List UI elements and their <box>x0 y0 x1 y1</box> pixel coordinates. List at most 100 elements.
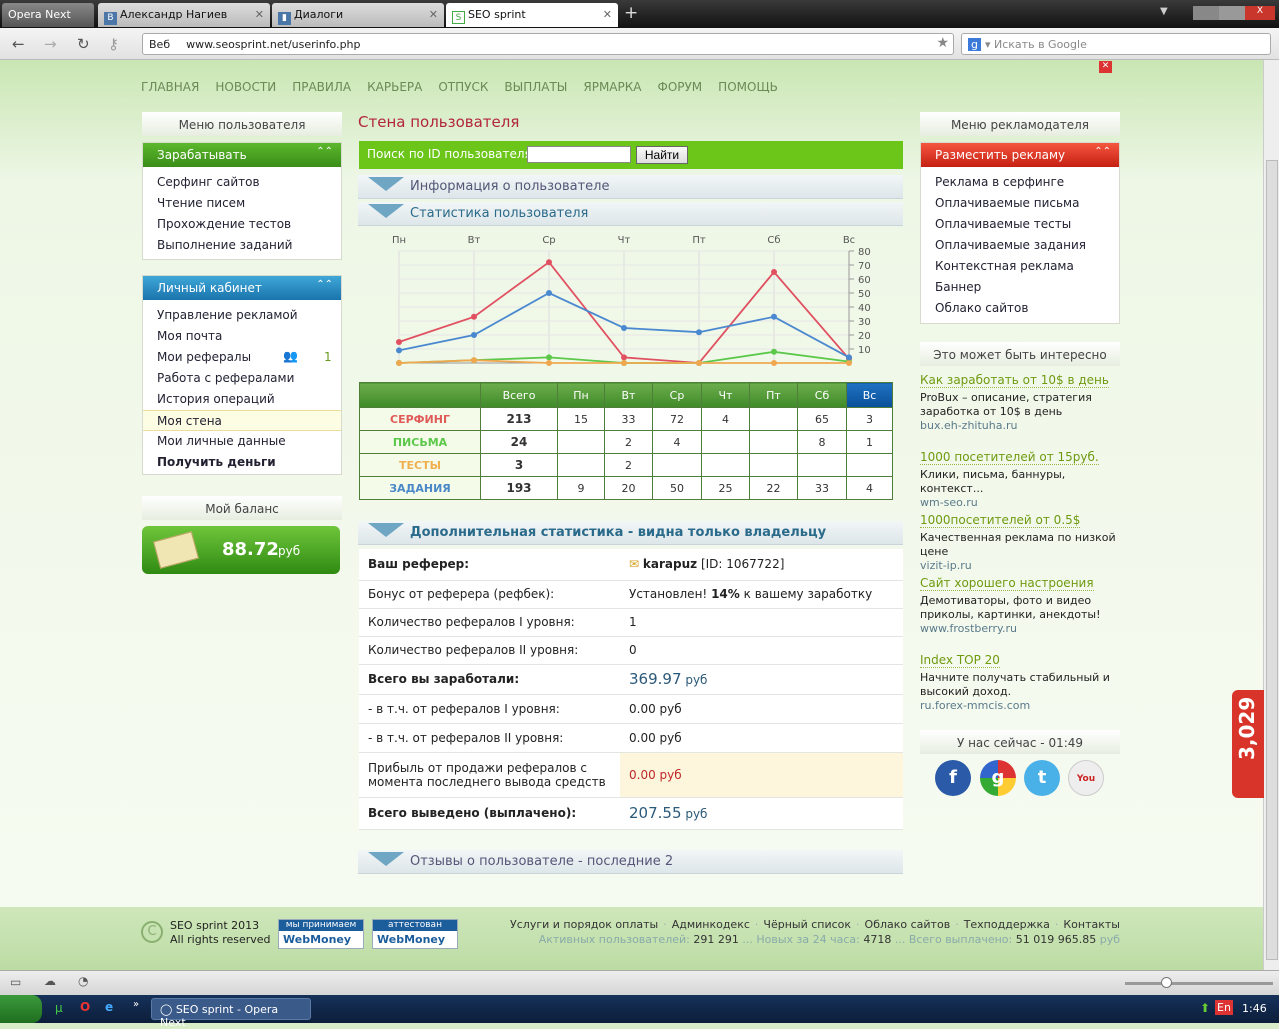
section-reviews[interactable]: Отзывы о пользователе - последние 2 <box>358 850 903 874</box>
menu-item[interactable]: Моя стена <box>143 410 341 431</box>
footer-link[interactable]: Контакты <box>1063 918 1120 931</box>
side-counter-widget[interactable]: 3,029 <box>1232 690 1264 798</box>
footer-link[interactable]: Чёрный список <box>763 918 851 931</box>
star-icon[interactable]: ★ <box>936 35 949 51</box>
section-user-stats[interactable]: Статистика пользователя <box>358 202 903 226</box>
ad-item[interactable]: Как заработать от 10$ в день ProBux – опи… <box>920 373 1120 433</box>
menu-item[interactable]: Баннер <box>921 277 1119 298</box>
ad-item[interactable]: 1000 посетителей от 15руб. Клики, письма,… <box>920 450 1120 510</box>
utorrent-icon[interactable]: µ <box>55 1001 63 1015</box>
ad-title-link[interactable]: 1000посетителей от 0.5$ <box>920 513 1081 528</box>
footer-link[interactable]: Облако сайтов <box>865 918 951 931</box>
language-indicator[interactable]: En <box>1215 1000 1233 1015</box>
menu-item[interactable]: Контекстная реклама <box>921 256 1119 277</box>
section-user-info[interactable]: Информация о пользователе <box>358 175 903 199</box>
menu-item[interactable]: Мои личные данные <box>143 431 341 452</box>
back-icon[interactable]: ← <box>12 35 25 53</box>
opera-menu-button[interactable]: Opera Next <box>2 3 94 27</box>
find-button[interactable]: Найти <box>636 146 688 164</box>
close-icon[interactable]: ✕ <box>255 8 264 21</box>
ad-title-link[interactable]: Как заработать от 10$ в день <box>920 373 1109 388</box>
footer-link[interactable]: Услуги и порядок оплаты <box>510 918 658 931</box>
menu-item[interactable]: Облако сайтов <box>921 298 1119 319</box>
google-icon[interactable]: g <box>980 760 1016 796</box>
more-icon[interactable]: » <box>133 999 139 1010</box>
reload-icon[interactable]: ↻ <box>77 35 90 53</box>
search-input[interactable]: g ▾ Искать в Google <box>961 33 1271 55</box>
menu-item[interactable]: Оплачиваемые тесты <box>921 214 1119 235</box>
start-button[interactable] <box>0 995 42 1023</box>
nav-link[interactable]: ГЛАВНАЯ <box>141 80 199 94</box>
ad-item[interactable]: 1000посетителей от 0.5$ Качественная рекл… <box>920 513 1120 573</box>
url-field[interactable]: Веб www.seosprint.net/userinfo.php ★ <box>142 33 954 55</box>
youtube-icon[interactable]: You <box>1068 760 1104 796</box>
balance-panel[interactable]: 88.72 руб <box>142 526 340 574</box>
menu-item[interactable]: Оплачиваемые задания <box>921 235 1119 256</box>
footer-link[interactable]: Техподдержка <box>964 918 1050 931</box>
tab-vk[interactable]: В Александр Нагиев ✕ <box>98 3 270 27</box>
tray-arrow-icon[interactable]: ⬆ <box>1200 1001 1210 1015</box>
menu-item[interactable]: Выполнение заданий <box>143 235 341 256</box>
menu-item[interactable]: Моя почта <box>143 326 341 347</box>
zoom-slider-handle[interactable] <box>1161 977 1172 988</box>
nav-link[interactable]: ЯРМАРКА <box>583 80 641 94</box>
cabinet-menu-header[interactable]: Личный кабинет ⌃⌃ <box>143 276 341 300</box>
webmoney-attested-badge[interactable]: аттестован WebMoney <box>372 919 458 949</box>
menu-item[interactable]: История операций <box>143 389 341 410</box>
ad-url[interactable]: ru.forex-mmcis.com <box>920 699 1120 713</box>
tab-seosprint[interactable]: S SEO sprint ✕ <box>446 3 618 27</box>
close-icon[interactable]: ✕ <box>603 8 612 21</box>
key-icon[interactable]: ⚷ <box>108 35 119 53</box>
ad-title-link[interactable]: Сайт хорошего настроения <box>920 576 1094 591</box>
nav-link[interactable]: ФОРУМ <box>657 80 702 94</box>
scrollbar-thumb[interactable] <box>1266 160 1278 960</box>
menu-item[interactable]: Реклама в серфинге <box>921 172 1119 193</box>
menu-item[interactable]: Серфинг сайтов <box>143 172 341 193</box>
section-extra-stats[interactable]: Дополнительная статистика - видна только… <box>358 521 903 545</box>
footer-link[interactable]: Админкодекс <box>672 918 750 931</box>
tab-dialogs[interactable]: ▮ Диалоги ✕ <box>272 3 444 27</box>
close-icon[interactable]: ✕ <box>429 8 438 21</box>
ad-url[interactable]: bux.eh-zhituha.ru <box>920 419 1120 433</box>
scrollbar[interactable] <box>1263 60 1279 970</box>
nav-link[interactable]: ПРАВИЛА <box>292 80 351 94</box>
nav-link[interactable]: КАРЬЕРА <box>367 80 422 94</box>
forward-icon[interactable]: → <box>44 35 57 53</box>
ie-icon[interactable]: e <box>105 1000 113 1014</box>
maximize-button[interactable] <box>1219 6 1245 20</box>
taskbar-window-opera[interactable]: ◯ SEO sprint - Opera Next <box>151 998 311 1029</box>
ad-url[interactable]: vizit-ip.ru <box>920 559 1120 573</box>
panel-toggle-icon[interactable]: ▭ <box>10 975 21 989</box>
advertise-menu-header[interactable]: Разместить рекламу ⌃⌃ <box>921 143 1119 167</box>
ad-url[interactable]: www.frostberry.ru <box>920 622 1120 636</box>
nav-link[interactable]: ВЫПЛАТЫ <box>504 80 567 94</box>
new-tab-button[interactable]: + <box>624 3 638 23</box>
menu-item[interactable]: Получить деньги <box>143 452 341 473</box>
opera-icon[interactable]: O <box>80 1000 90 1014</box>
menu-item[interactable]: 👥 1 Мои рефералы <box>143 347 341 368</box>
twitter-icon[interactable]: t <box>1024 760 1060 796</box>
nav-link[interactable]: ПОМОЩЬ <box>718 80 778 94</box>
tab-menu-icon[interactable]: ▼ <box>1160 6 1168 17</box>
facebook-icon[interactable]: f <box>935 760 971 796</box>
nav-link[interactable]: ОТПУСК <box>438 80 488 94</box>
menu-item[interactable]: Прохождение тестов <box>143 214 341 235</box>
ad-item[interactable]: Сайт хорошего настроения Демотиваторы, фо… <box>920 576 1120 636</box>
menu-item[interactable]: Оплачиваемые письма <box>921 193 1119 214</box>
zoom-slider[interactable] <box>1125 982 1273 985</box>
envelope-icon[interactable]: ✉ <box>629 557 639 571</box>
menu-item[interactable]: Управление рекламой <box>143 305 341 326</box>
speed-dial-icon[interactable]: ◔ <box>78 974 88 988</box>
menu-item[interactable]: Работа с рефералами <box>143 368 341 389</box>
cloud-icon[interactable]: ☁ <box>44 974 56 988</box>
close-banner-icon[interactable]: ✕ <box>1099 61 1112 73</box>
earn-menu-header[interactable]: Зарабатывать ⌃⌃ <box>143 143 341 167</box>
ad-item[interactable]: Index TOP 20 Начните получать стабильный … <box>920 653 1120 713</box>
user-id-input[interactable] <box>527 146 631 163</box>
ad-title-link[interactable]: 1000 посетителей от 15руб. <box>920 450 1099 465</box>
close-window-button[interactable]: X <box>1245 6 1275 20</box>
referrer-name-link[interactable]: karapuz <box>643 557 697 571</box>
nav-link[interactable]: НОВОСТИ <box>215 80 276 94</box>
minimize-button[interactable] <box>1193 6 1219 20</box>
webmoney-accept-badge[interactable]: мы принимаем WebMoney <box>278 919 364 949</box>
